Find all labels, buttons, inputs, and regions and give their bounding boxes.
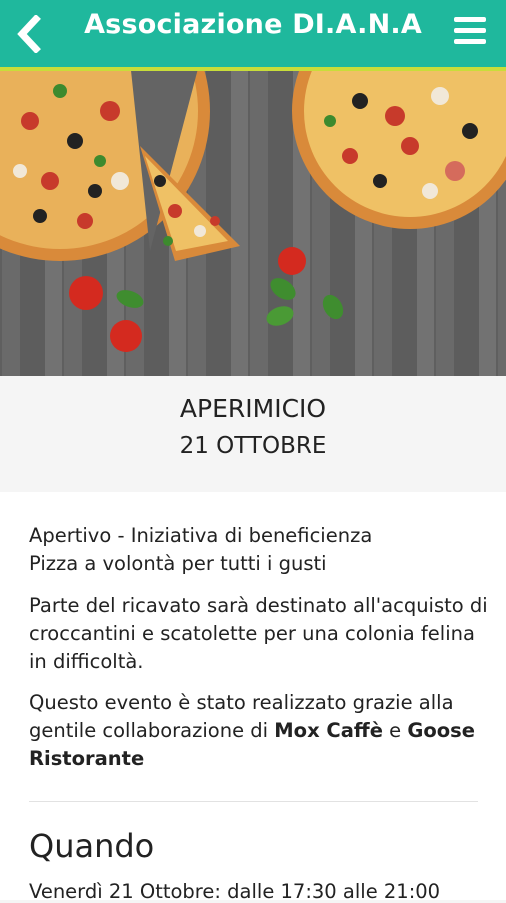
app-bar: Associazione DI.A.N.A: [0, 0, 506, 71]
hamburger-menu-button[interactable]: [454, 17, 486, 45]
event-intro: Apertivo - Iniziativa di beneficienza Pi…: [29, 522, 489, 578]
hamburger-menu-icon: [454, 17, 486, 22]
event-description: Parte del ricavato sarà destinato all'ac…: [29, 594, 488, 673]
event-credits: Questo evento è stato realizzato grazie …: [29, 689, 489, 773]
event-header: APERIMICIO 21 OTTOBRE: [0, 376, 506, 492]
pizza-illustration: [0, 71, 506, 352]
intro-line-1: Apertivo - Iniziativa di beneficienza: [29, 524, 373, 547]
credits-join: e: [382, 719, 408, 742]
event-hero-image: [0, 71, 506, 376]
event-content: Apertivo - Iniziativa di beneficienza Pi…: [0, 492, 506, 903]
section-divider: [29, 801, 478, 802]
event-title: APERIMICIO: [179, 394, 327, 423]
intro-line-2: Pizza a volontà per tutti i gusti: [29, 552, 327, 575]
event-date: 21 OTTOBRE: [179, 433, 327, 459]
app-title: Associazione DI.A.N.A: [84, 9, 422, 40]
when-section-title: Quando: [29, 827, 155, 865]
partner-mox-caffe: Mox Caffè: [274, 719, 383, 742]
